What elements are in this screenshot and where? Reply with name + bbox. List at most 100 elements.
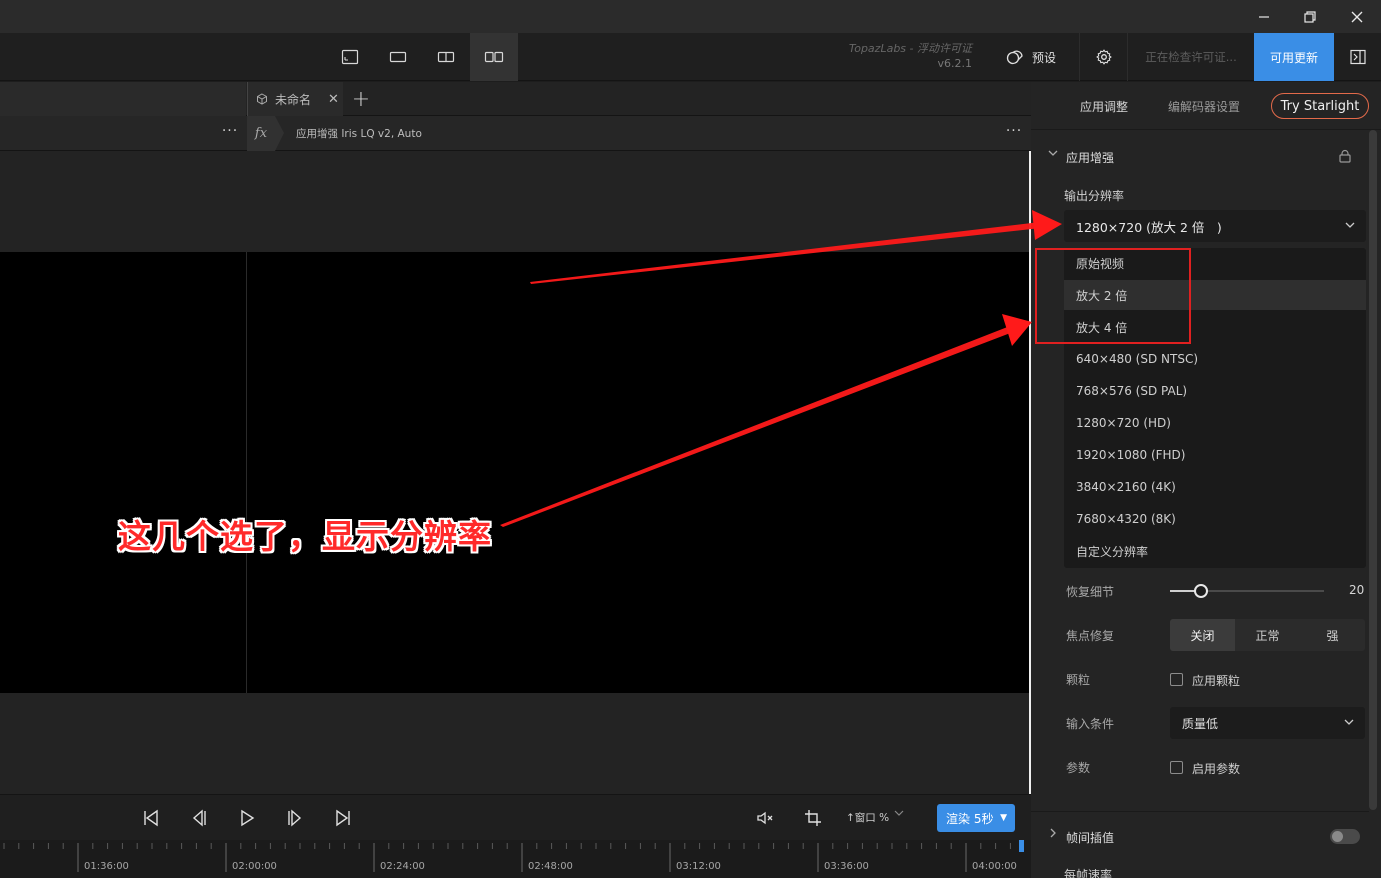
annotation-text: 这几个选了，显示分辨率 bbox=[118, 517, 492, 556]
option-8k[interactable]: 7680×4320 (8K) bbox=[1064, 504, 1366, 534]
timeline-label: 03:36:00 bbox=[824, 861, 869, 872]
project-tab-label: 未命名 bbox=[275, 92, 312, 107]
playhead bbox=[1019, 840, 1024, 852]
timeline-label: 02:24:00 bbox=[380, 861, 425, 872]
filter-bar: ··· fx 应用增强 Iris LQ v2, Auto ··· bbox=[0, 116, 1031, 151]
update-available-button[interactable]: 可用更新 bbox=[1254, 33, 1334, 81]
preset-icon bbox=[1006, 50, 1023, 65]
focus-off-button[interactable]: 关闭 bbox=[1170, 619, 1235, 651]
skip-end-icon bbox=[336, 809, 350, 827]
option-fhd[interactable]: 1920×1080 (FHD) bbox=[1064, 440, 1366, 470]
chevron-down-icon[interactable] bbox=[893, 807, 905, 822]
gear-icon bbox=[1095, 49, 1112, 65]
add-tab-button[interactable]: + bbox=[348, 86, 374, 112]
chevron-down-icon bbox=[1344, 219, 1356, 234]
close-icon[interactable] bbox=[1334, 0, 1380, 33]
skip-start-icon bbox=[144, 809, 158, 827]
fx-icon[interactable]: fx bbox=[247, 116, 275, 151]
input-condition-select[interactable]: 质量低 bbox=[1170, 707, 1365, 739]
single-view-button[interactable] bbox=[326, 33, 374, 81]
panel-body: 应用增强 输出分辨率 1280×720 (放大 2 倍 ) 原始视频 放大 2 … bbox=[1031, 130, 1381, 878]
option-4k[interactable]: 3840×2160 (4K) bbox=[1064, 472, 1366, 502]
option-custom-resolution[interactable]: 自定义分辨率 bbox=[1064, 536, 1366, 566]
params-label: 参数 bbox=[1066, 761, 1091, 775]
more-options-right[interactable]: ··· bbox=[1002, 122, 1026, 144]
enhance-section-header[interactable]: 应用增强 bbox=[1031, 138, 1369, 174]
tab-bar: 未命名 ✕ + bbox=[0, 82, 1031, 116]
previous-frame-button[interactable] bbox=[184, 803, 214, 833]
apply-grain-label: 应用颗粒 bbox=[1192, 674, 1241, 688]
more-options-left[interactable]: ··· bbox=[218, 122, 242, 144]
mute-button[interactable] bbox=[750, 803, 780, 833]
recover-detail-knob[interactable] bbox=[1194, 584, 1208, 598]
option-hd[interactable]: 1280×720 (HD) bbox=[1064, 408, 1366, 438]
enable-params-label: 启用参数 bbox=[1192, 762, 1241, 776]
timeline-label: 02:00:00 bbox=[232, 861, 277, 872]
try-starlight-button[interactable]: Try Starlight bbox=[1271, 93, 1369, 119]
chevron-right-icon bbox=[1047, 827, 1059, 842]
timeline-label: 01:36:00 bbox=[84, 861, 129, 872]
panel-tabs: 应用调整 编解码器设置 Try Starlight bbox=[1031, 82, 1381, 130]
panel-toggle-button[interactable] bbox=[1334, 33, 1381, 81]
lock-icon[interactable] bbox=[1338, 149, 1352, 166]
preset-label: 预设 bbox=[1032, 50, 1057, 65]
crop-icon bbox=[805, 810, 821, 826]
next-frame-icon bbox=[288, 809, 302, 827]
apply-grain-checkbox[interactable] bbox=[1170, 673, 1183, 686]
split-view-icon bbox=[437, 51, 455, 63]
play-button[interactable] bbox=[232, 803, 262, 833]
single-view-icon bbox=[341, 49, 359, 65]
focus-strong-button[interactable]: 强 bbox=[1300, 619, 1365, 651]
title-bar bbox=[0, 0, 1381, 33]
timeline-ticks bbox=[3, 840, 1024, 872]
render-button[interactable]: 渲染 5秒 ▼ bbox=[937, 804, 1015, 832]
prev-frame-icon bbox=[192, 809, 206, 827]
render-label: 渲染 5秒 bbox=[946, 811, 994, 826]
crop-button[interactable] bbox=[798, 803, 828, 833]
cube-icon bbox=[257, 93, 267, 105]
close-tab-icon[interactable]: ✕ bbox=[328, 92, 339, 107]
chevron-down-icon bbox=[1343, 716, 1355, 731]
video-frame[interactable] bbox=[0, 252, 1029, 693]
full-view-button[interactable] bbox=[374, 33, 422, 81]
split-view-button[interactable] bbox=[422, 33, 470, 81]
enhance-section-title: 应用增强 bbox=[1066, 151, 1115, 165]
output-resolution-label: 输出分辨率 bbox=[1064, 189, 1125, 203]
fps-label: 每帧速率 bbox=[1064, 868, 1113, 878]
tab-apply-adjustments[interactable]: 应用调整 bbox=[1080, 98, 1128, 115]
interpolation-section-header[interactable]: 帧间插值 bbox=[1031, 818, 1369, 854]
preset-button[interactable]: 预设 bbox=[990, 33, 1080, 81]
zoom-label[interactable]: ↑窗口 % bbox=[846, 810, 889, 825]
panel-scrollbar[interactable] bbox=[1369, 130, 1377, 810]
side-by-side-icon bbox=[484, 51, 504, 63]
recover-detail-value: 20 bbox=[1349, 583, 1365, 597]
settings-button[interactable] bbox=[1080, 33, 1128, 81]
side-by-side-view-button[interactable] bbox=[470, 33, 518, 81]
section-divider bbox=[1031, 811, 1369, 812]
option-sd-pal[interactable]: 768×576 (SD PAL) bbox=[1064, 376, 1366, 406]
timeline[interactable]: 01:36:00 02:00:00 02:24:00 02:48:00 03:12:00… bbox=[0, 840, 1031, 878]
enable-params-checkbox[interactable] bbox=[1170, 761, 1183, 774]
minimize-icon[interactable] bbox=[1241, 0, 1287, 33]
skip-to-start-button[interactable] bbox=[136, 803, 166, 833]
output-resolution-value: 1280×720 (放大 2 倍 ) bbox=[1076, 219, 1222, 235]
restore-icon[interactable] bbox=[1287, 0, 1333, 33]
timeline-label: 03:12:00 bbox=[676, 861, 721, 872]
grain-label: 颗粒 bbox=[1066, 673, 1091, 687]
next-frame-button[interactable] bbox=[280, 803, 310, 833]
chevron-down-icon bbox=[1047, 147, 1059, 162]
focus-fix-label: 焦点修复 bbox=[1066, 629, 1115, 643]
skip-to-end-button[interactable] bbox=[328, 803, 358, 833]
license-status: 正在检查许可证... bbox=[1145, 50, 1237, 64]
tab-codec-settings[interactable]: 编解码器设置 bbox=[1168, 98, 1240, 115]
option-sd-ntsc[interactable]: 640×480 (SD NTSC) bbox=[1064, 344, 1366, 374]
focus-normal-button[interactable]: 正常 bbox=[1235, 619, 1300, 651]
interpolation-section-title: 帧间插值 bbox=[1066, 831, 1115, 845]
focus-fix-segmented: 关闭 正常 强 bbox=[1170, 619, 1365, 651]
project-tab[interactable]: 未命名 ✕ bbox=[247, 82, 343, 116]
input-condition-value: 质量低 bbox=[1182, 716, 1219, 731]
interpolation-toggle[interactable] bbox=[1330, 829, 1360, 844]
split-divider[interactable] bbox=[246, 252, 247, 693]
render-dropdown-icon[interactable]: ▼ bbox=[1000, 813, 1007, 823]
output-resolution-select[interactable]: 1280×720 (放大 2 倍 ) bbox=[1064, 210, 1366, 242]
